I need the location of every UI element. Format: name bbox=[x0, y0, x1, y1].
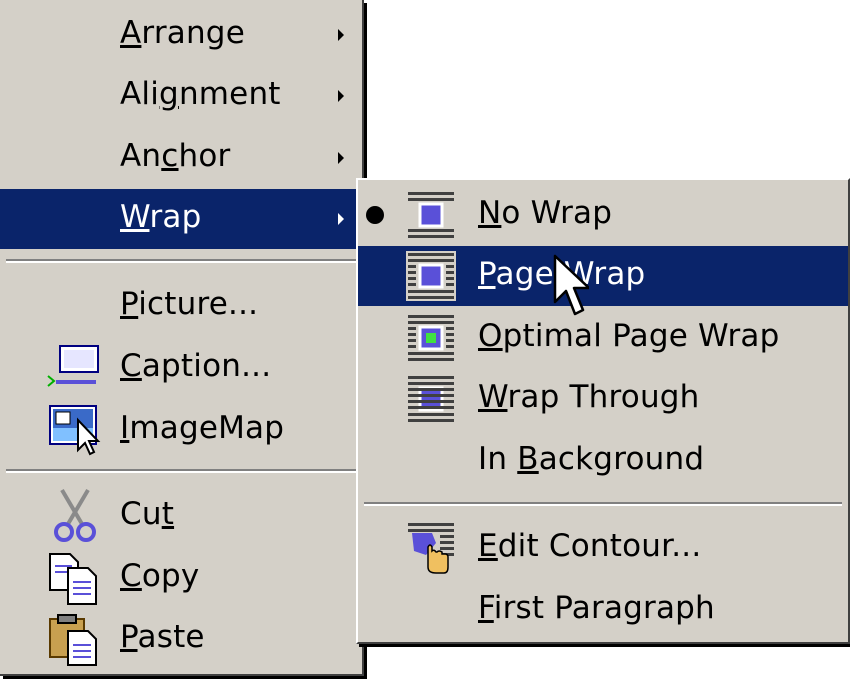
menu-item-imagemap[interactable]: ImageMap bbox=[0, 400, 362, 460]
imagemap-icon bbox=[49, 405, 101, 456]
submenu-item-label: Wrap Through bbox=[478, 379, 700, 415]
menu-item-label: Alignment bbox=[120, 76, 281, 112]
submenu-item-label: First Paragraph bbox=[478, 590, 715, 626]
menu-item-picture[interactable]: Picture... bbox=[0, 276, 362, 336]
submenu-item-label: Optimal Page Wrap bbox=[478, 318, 780, 354]
menu-separator bbox=[6, 259, 356, 263]
menu-item-anchor[interactable]: Anchor bbox=[0, 128, 362, 188]
menu-item-copy[interactable]: Copy bbox=[0, 548, 362, 608]
menu-item-wrap[interactable]: Wrap bbox=[0, 189, 362, 249]
menu-item-label: Copy bbox=[120, 558, 200, 594]
optimal-page-wrap-icon bbox=[408, 315, 454, 361]
menu-separator bbox=[6, 469, 356, 473]
menu-item-label: Caption... bbox=[120, 348, 272, 384]
menu-item-caption[interactable]: Caption... bbox=[0, 338, 362, 398]
submenu-item-page-wrap[interactable]: Page Wrap bbox=[358, 246, 848, 306]
submenu-item-no-wrap[interactable]: No Wrap bbox=[358, 185, 848, 245]
menu-item-label: Paste bbox=[120, 619, 205, 655]
page-wrap-icon bbox=[406, 251, 456, 301]
copy-icon bbox=[49, 553, 97, 605]
submenu-arrow-icon bbox=[338, 152, 344, 164]
menu-item-label: ImageMap bbox=[120, 410, 285, 446]
paste-icon bbox=[49, 614, 97, 666]
menu-item-label: Picture... bbox=[120, 286, 259, 322]
submenu-item-label: Edit Contour... bbox=[478, 528, 702, 564]
menu-item-alignment[interactable]: Alignment bbox=[0, 66, 362, 126]
submenu-item-label: No Wrap bbox=[478, 195, 613, 231]
context-menu: Arrange Alignment Anchor Wrap Picture...… bbox=[0, 0, 364, 676]
wrap-submenu: No Wrap Page Wrap Optimal Page Wrap Wrap… bbox=[356, 178, 850, 644]
menu-item-label: Cut bbox=[120, 496, 175, 532]
caption-icon bbox=[47, 345, 99, 387]
submenu-arrow-icon bbox=[338, 213, 344, 225]
submenu-item-edit-contour[interactable]: Edit Contour... bbox=[358, 518, 848, 578]
submenu-item-optimal-page-wrap[interactable]: Optimal Page Wrap bbox=[358, 308, 848, 368]
menu-separator bbox=[364, 502, 842, 506]
submenu-item-in-background[interactable]: In Background bbox=[358, 431, 848, 491]
menu-item-label: Wrap bbox=[120, 199, 202, 235]
menu-item-arrange[interactable]: Arrange bbox=[0, 5, 362, 65]
menu-item-label: Anchor bbox=[120, 138, 231, 174]
radio-selected-icon bbox=[366, 206, 384, 224]
submenu-item-label: In Background bbox=[478, 441, 705, 477]
wrap-through-icon bbox=[408, 376, 454, 422]
scissors-icon bbox=[54, 488, 96, 542]
no-wrap-icon bbox=[408, 192, 454, 238]
menu-item-cut[interactable]: Cut bbox=[0, 486, 362, 546]
submenu-item-wrap-through[interactable]: Wrap Through bbox=[358, 369, 848, 429]
menu-item-label: Arrange bbox=[120, 15, 245, 51]
mouse-pointer-icon bbox=[553, 254, 589, 316]
menu-item-paste[interactable]: Paste bbox=[0, 609, 362, 669]
submenu-item-first-paragraph[interactable]: First Paragraph bbox=[358, 580, 848, 640]
submenu-arrow-icon bbox=[338, 29, 344, 41]
submenu-arrow-icon bbox=[338, 90, 344, 102]
edit-contour-icon bbox=[408, 523, 454, 574]
